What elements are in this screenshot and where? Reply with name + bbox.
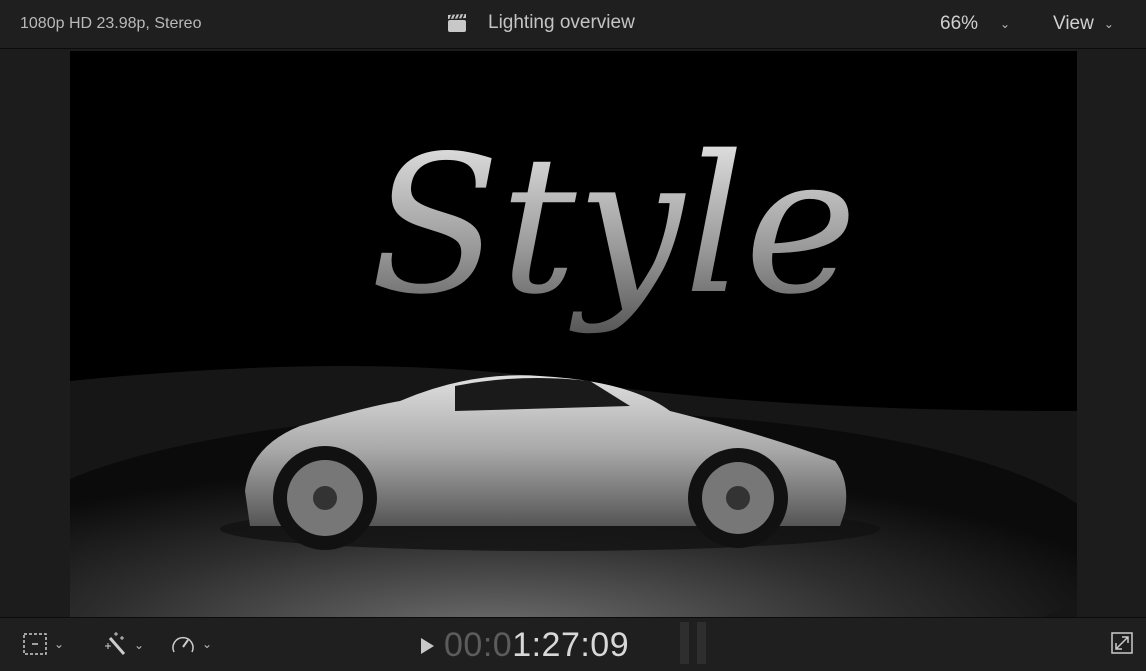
timecode-dim: 00:0 <box>444 626 512 664</box>
chevron-down-icon: ⌄ <box>202 637 212 651</box>
project-title-area: Lighting overview <box>446 12 635 34</box>
chevron-down-icon: ⌄ <box>1000 17 1010 31</box>
retime-menu-button[interactable]: ⌄ <box>170 632 212 656</box>
viewer-stage: Style <box>0 49 1146 617</box>
zoom-level-value: 66% <box>940 13 978 35</box>
format-info: 1080p HD 23.98p, Stereo <box>20 15 201 33</box>
video-image: Style <box>70 51 1077 617</box>
viewer-header: 1080p HD 23.98p, Stereo Lighting overvie… <box>0 0 1146 49</box>
chevron-down-icon: ⌄ <box>134 638 144 652</box>
enhance-menu-button[interactable]: ⌄ <box>100 632 144 658</box>
fullscreen-button[interactable] <box>1111 632 1133 659</box>
timecode-bright: 1:27:09 <box>512 626 629 664</box>
audio-meters <box>680 622 706 664</box>
view-dropdown[interactable]: View ⌄ <box>1053 13 1114 35</box>
magic-wand-icon <box>100 632 128 658</box>
transform-icon <box>22 632 48 656</box>
title-text-style: Style <box>370 115 857 336</box>
video-frame: Style <box>70 51 1077 617</box>
fullscreen-icon <box>1111 632 1133 654</box>
chevron-down-icon: ⌄ <box>54 637 64 651</box>
view-label: View <box>1053 13 1094 35</box>
play-icon[interactable] <box>418 636 436 656</box>
transform-menu-button[interactable]: ⌄ <box>22 632 64 656</box>
viewer-footer: ⌄ ⌄ ⌄ 00:01:27:09 <box>0 617 1146 671</box>
chevron-down-icon: ⌄ <box>1104 17 1114 31</box>
zoom-level-dropdown[interactable]: 66% ⌄ <box>940 13 1010 35</box>
timecode-display[interactable]: 00:01:27:09 <box>418 626 629 665</box>
project-title: Lighting overview <box>488 12 635 34</box>
speedometer-icon <box>170 632 196 656</box>
clapperboard-icon <box>446 12 468 34</box>
